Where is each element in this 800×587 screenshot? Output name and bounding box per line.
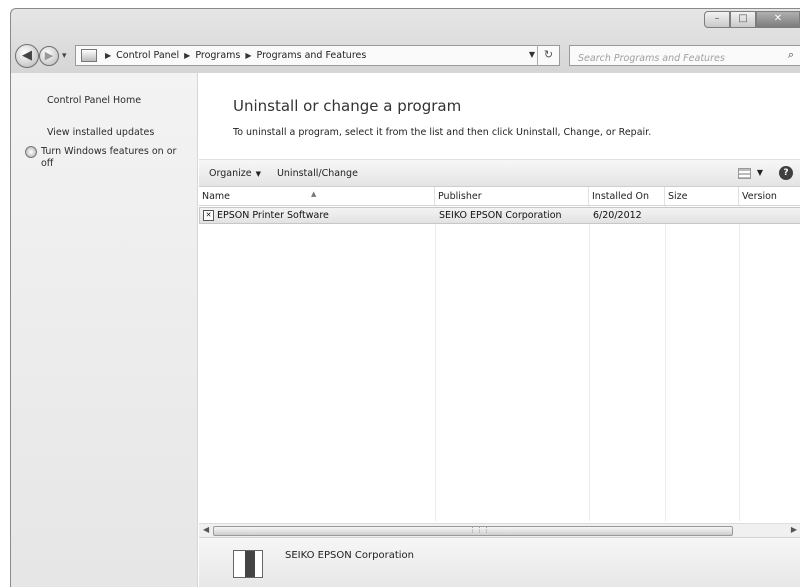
column-header-version[interactable]: Version	[739, 187, 800, 205]
shield-icon	[25, 146, 37, 158]
breadcrumb-separator-icon[interactable]: ▶	[184, 51, 190, 60]
sidebar-item-view-installed-updates[interactable]: View installed updates	[47, 127, 154, 139]
column-gridlines	[199, 206, 800, 521]
maximize-button[interactable]: □	[730, 11, 756, 28]
horizontal-scrollbar[interactable]: ◀ ⋮⋮⋮ ▶	[199, 523, 800, 537]
command-bar: Organize ▼ Uninstall/Change ▼ ?	[199, 159, 800, 187]
page-description: To uninstall a program, select it from t…	[233, 127, 652, 138]
column-header-name[interactable]: Name ▲	[199, 187, 435, 205]
title-bar: – □ ✕	[11, 9, 800, 39]
minimize-button[interactable]: –	[704, 11, 730, 28]
forward-arrow-icon: ▶	[44, 49, 54, 62]
close-button[interactable]: ✕	[756, 11, 800, 28]
page-title: Uninstall or change a program	[233, 97, 462, 115]
column-header-publisher[interactable]: Publisher	[435, 187, 589, 205]
task-sidebar: Control Panel Home View installed update…	[11, 73, 198, 587]
programs-and-features-window: – □ ✕ ◀ ▶ ▾ ▶ Control Panel ▶ Programs ▶…	[10, 8, 800, 587]
sort-ascending-icon: ▲	[311, 190, 317, 198]
breadcrumb-programs-and-features[interactable]: Programs and Features	[257, 50, 367, 61]
row-name: EPSON Printer Software	[217, 210, 329, 221]
recent-pages-dropdown[interactable]: ▾	[62, 51, 67, 61]
breadcrumb-separator-icon[interactable]: ▶	[245, 51, 251, 60]
row-publisher: SEIKO EPSON Corporation	[439, 210, 562, 221]
view-options-icon[interactable]	[738, 168, 751, 179]
program-icon: ✕	[203, 210, 214, 221]
sidebar-item-windows-features[interactable]: Turn Windows features on or off	[25, 146, 191, 170]
grip-icon: ⋮⋮⋮	[469, 526, 490, 534]
uninstall-change-button[interactable]: Uninstall/Change	[277, 168, 358, 179]
refresh-button[interactable]: ↻	[537, 45, 559, 66]
search-icon[interactable]: ⌕	[788, 48, 794, 62]
list-header: Name ▲ Publisher Installed On Size Versi…	[199, 187, 800, 206]
program-large-icon	[233, 550, 263, 578]
forward-button[interactable]: ▶	[39, 46, 59, 66]
column-header-size[interactable]: Size	[665, 187, 739, 205]
scrollbar-thumb[interactable]: ⋮⋮⋮	[213, 526, 733, 536]
breadcrumb-separator-icon[interactable]: ▶	[105, 51, 111, 60]
content-area: Control Panel Home View installed update…	[11, 73, 800, 587]
row-installed-on: 6/20/2012	[593, 210, 642, 221]
back-arrow-icon: ◀	[22, 48, 32, 63]
scroll-right-icon[interactable]: ▶	[791, 525, 797, 534]
back-button[interactable]: ◀	[15, 44, 39, 68]
view-dropdown-icon[interactable]: ▼	[757, 168, 763, 177]
search-box: ⌕	[569, 45, 800, 68]
table-row[interactable]: ✕ EPSON Printer Software SEIKO EPSON Cor…	[199, 207, 800, 224]
chevron-down-icon: ▼	[255, 169, 261, 178]
breadcrumb-programs[interactable]: Programs	[195, 50, 240, 61]
address-dropdown-icon[interactable]: ▼	[529, 50, 535, 59]
sidebar-item-label: Turn Windows features on or off	[41, 146, 177, 169]
organize-button[interactable]: Organize ▼	[209, 168, 261, 179]
window-controls: – □ ✕	[704, 11, 800, 28]
main-panel: Uninstall or change a program To uninsta…	[199, 73, 800, 587]
breadcrumb-control-panel[interactable]: Control Panel	[116, 50, 179, 61]
control-panel-icon	[81, 49, 97, 62]
column-header-installed-on[interactable]: Installed On	[589, 187, 665, 205]
address-bar[interactable]: ▶ Control Panel ▶ Programs ▶ Programs an…	[75, 45, 560, 66]
programs-list: Name ▲ Publisher Installed On Size Versi…	[199, 187, 800, 521]
search-input[interactable]	[570, 49, 770, 68]
scroll-left-icon[interactable]: ◀	[203, 525, 209, 534]
details-publisher: SEIKO EPSON Corporation	[285, 550, 414, 561]
navigation-bar: ◀ ▶ ▾ ▶ Control Panel ▶ Programs ▶ Progr…	[11, 39, 800, 73]
help-icon[interactable]: ?	[779, 166, 793, 180]
organize-label: Organize	[209, 167, 252, 179]
details-pane: SEIKO EPSON Corporation	[199, 537, 800, 587]
sidebar-item-control-panel-home[interactable]: Control Panel Home	[47, 95, 141, 107]
